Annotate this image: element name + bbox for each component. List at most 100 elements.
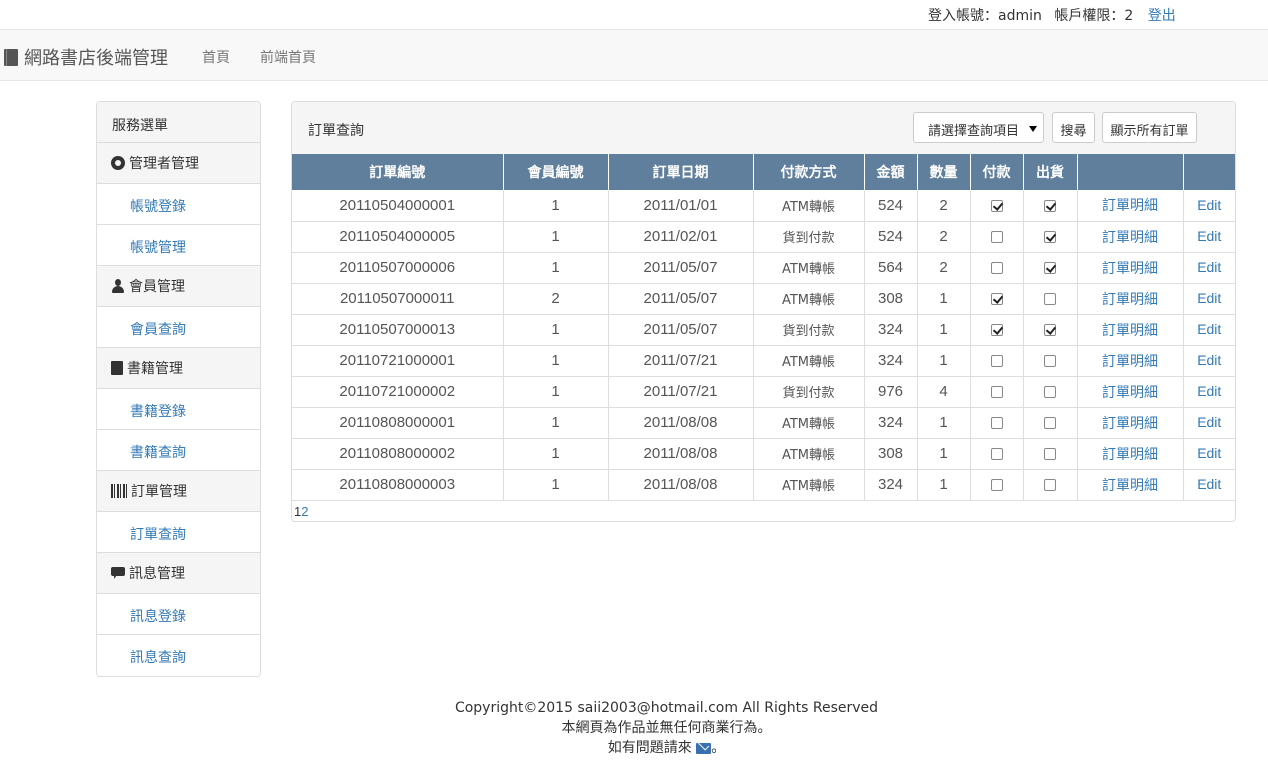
nav-frontend-home[interactable]: 前端首頁	[260, 47, 316, 67]
mail-icon[interactable]	[696, 742, 712, 754]
shipped-checkbox[interactable]	[1044, 355, 1056, 368]
user-icon	[111, 279, 125, 293]
order-id-cell: 20110808000001	[292, 407, 504, 439]
sidebar-item-label[interactable]: 書籍查詢	[130, 445, 186, 461]
shipped-checkbox[interactable]	[1044, 324, 1056, 337]
shipped-checkbox-cell	[1023, 376, 1078, 408]
shipped-checkbox[interactable]	[1044, 199, 1056, 212]
account-label: 登入帳號：admin	[928, 8, 1042, 24]
order-date-cell: 2011/05/07	[608, 314, 754, 346]
search-button[interactable]: 搜尋	[1052, 112, 1095, 143]
sidebar-item-label[interactable]: 帳號管理	[130, 240, 186, 256]
sidebar-item-order-query[interactable]: 訂單查詢	[97, 512, 260, 553]
paid-checkbox[interactable]	[990, 293, 1003, 306]
sidebar-item-label[interactable]: 會員查詢	[130, 322, 186, 338]
edit-link[interactable]: Edit	[1197, 445, 1221, 461]
edit-link-cell: Edit	[1183, 314, 1235, 346]
sidebar-title: 服務選單	[97, 102, 260, 143]
sidebar-item-label[interactable]: 書籍登錄	[130, 404, 186, 420]
paid-checkbox[interactable]	[990, 231, 1003, 244]
table-row: 20110721000001 1 2011/07/21 ATM轉帳 324 1 訂單明細 Ed…	[292, 345, 1235, 377]
sidebar-item-book-register[interactable]: 書籍登錄	[97, 389, 260, 430]
paid-checkbox[interactable]	[990, 448, 1003, 461]
paid-checkbox[interactable]	[990, 386, 1003, 399]
shipped-checkbox[interactable]	[1044, 479, 1056, 492]
quantity-cell: 1	[917, 283, 971, 315]
quantity-cell: 1	[917, 345, 971, 377]
brand-title: 網路書店後端管理	[24, 48, 168, 69]
order-detail-link-cell: 訂單明細	[1077, 314, 1184, 346]
show-all-orders-button[interactable]: 顯示所有訂單	[1102, 112, 1197, 143]
edit-link[interactable]: Edit	[1197, 259, 1221, 275]
sidebar-item-book-query[interactable]: 書籍查詢	[97, 430, 260, 471]
sidebar-item-label[interactable]: 帳號登錄	[130, 199, 186, 215]
paid-checkbox[interactable]	[990, 355, 1003, 368]
shipped-checkbox[interactable]	[1044, 448, 1056, 461]
order-detail-link[interactable]: 訂單明細	[1102, 477, 1158, 493]
contact-line: 如有問題請來 。	[0, 738, 1268, 758]
order-detail-link[interactable]: 訂單明細	[1102, 197, 1158, 213]
sidebar-group-label: 管理者管理	[129, 156, 199, 172]
sidebar-item-label[interactable]: 訊息登錄	[130, 609, 186, 625]
sidebar-group-label: 訂單管理	[131, 484, 187, 500]
order-detail-link[interactable]: 訂單明細	[1102, 446, 1158, 462]
edit-link[interactable]: Edit	[1197, 476, 1221, 492]
order-detail-link[interactable]: 訂單明細	[1102, 415, 1158, 431]
shipped-checkbox[interactable]	[1044, 417, 1056, 430]
page-link-2[interactable]: 2	[301, 504, 308, 519]
sidebar-item-account-register[interactable]: 帳號登錄	[97, 184, 260, 225]
sidebar-item-account-manage[interactable]: 帳號管理	[97, 225, 260, 266]
edit-link[interactable]: Edit	[1197, 383, 1221, 399]
amount-cell: 308	[864, 283, 918, 315]
order-detail-link[interactable]: 訂單明細	[1102, 384, 1158, 400]
query-field-select[interactable]: 請選擇查詢項目	[913, 112, 1044, 143]
order-detail-link[interactable]: 訂單明細	[1102, 291, 1158, 307]
paid-checkbox[interactable]	[990, 262, 1003, 275]
sidebar-item-label[interactable]: 訊息查詢	[130, 650, 186, 666]
order-date-cell: 2011/01/01	[608, 190, 754, 222]
order-date-cell: 2011/07/21	[608, 345, 754, 377]
sidebar-item-message-register[interactable]: 訊息登錄	[97, 594, 260, 635]
edit-link[interactable]: Edit	[1197, 290, 1221, 306]
paid-checkbox[interactable]	[990, 479, 1003, 492]
payment-method-cell: 貨到付款	[753, 314, 865, 346]
edit-link[interactable]: Edit	[1197, 197, 1221, 213]
shipped-checkbox[interactable]	[1044, 293, 1056, 306]
table-row: 20110504000005 1 2011/02/01 貨到付款 524 2 訂單明細 Edi…	[292, 221, 1235, 253]
edit-link[interactable]: Edit	[1197, 352, 1221, 368]
order-detail-link-cell: 訂單明細	[1077, 407, 1184, 439]
paid-checkbox[interactable]	[990, 199, 1003, 212]
shipped-checkbox[interactable]	[1044, 262, 1056, 275]
table-header-row: 訂單編號 會員編號 訂單日期 付款方式 金額 數量 付款 出貨	[292, 154, 1235, 190]
paid-checkbox-cell	[970, 469, 1024, 501]
member-id-cell: 1	[503, 221, 609, 253]
sidebar-group-label: 訊息管理	[129, 566, 185, 582]
order-detail-link[interactable]: 訂單明細	[1102, 260, 1158, 276]
amount-cell: 324	[864, 407, 918, 439]
order-detail-link[interactable]: 訂單明細	[1102, 353, 1158, 369]
shipped-checkbox[interactable]	[1044, 386, 1056, 399]
paid-checkbox[interactable]	[990, 324, 1003, 337]
caret-down-icon	[1029, 126, 1037, 132]
shipped-checkbox[interactable]	[1044, 231, 1056, 244]
brand[interactable]: 網路書店後端管理	[4, 44, 168, 70]
shipped-checkbox-cell	[1023, 469, 1078, 501]
edit-link-cell: Edit	[1183, 345, 1235, 377]
edit-link-cell: Edit	[1183, 469, 1235, 501]
contact-suffix: 。	[711, 740, 726, 756]
sidebar-item-label[interactable]: 訂單查詢	[130, 527, 186, 543]
order-detail-link[interactable]: 訂單明細	[1102, 322, 1158, 338]
logout-link[interactable]: 登出	[1148, 8, 1176, 24]
edit-link[interactable]: Edit	[1197, 414, 1221, 430]
paid-checkbox[interactable]	[990, 417, 1003, 430]
sidebar-item-message-query[interactable]: 訊息查詢	[97, 635, 260, 676]
nav-home[interactable]: 首頁	[202, 47, 230, 67]
order-detail-link[interactable]: 訂單明細	[1102, 229, 1158, 245]
edit-link[interactable]: Edit	[1197, 321, 1221, 337]
shipped-checkbox-cell	[1023, 252, 1078, 284]
sidebar-group-label: 書籍管理	[127, 361, 183, 377]
order-date-cell: 2011/05/07	[608, 283, 754, 315]
sidebar-item-member-query[interactable]: 會員查詢	[97, 307, 260, 348]
table-row: 20110507000011 2 2011/05/07 ATM轉帳 308 1 訂單明細 Ed…	[292, 283, 1235, 315]
edit-link[interactable]: Edit	[1197, 228, 1221, 244]
